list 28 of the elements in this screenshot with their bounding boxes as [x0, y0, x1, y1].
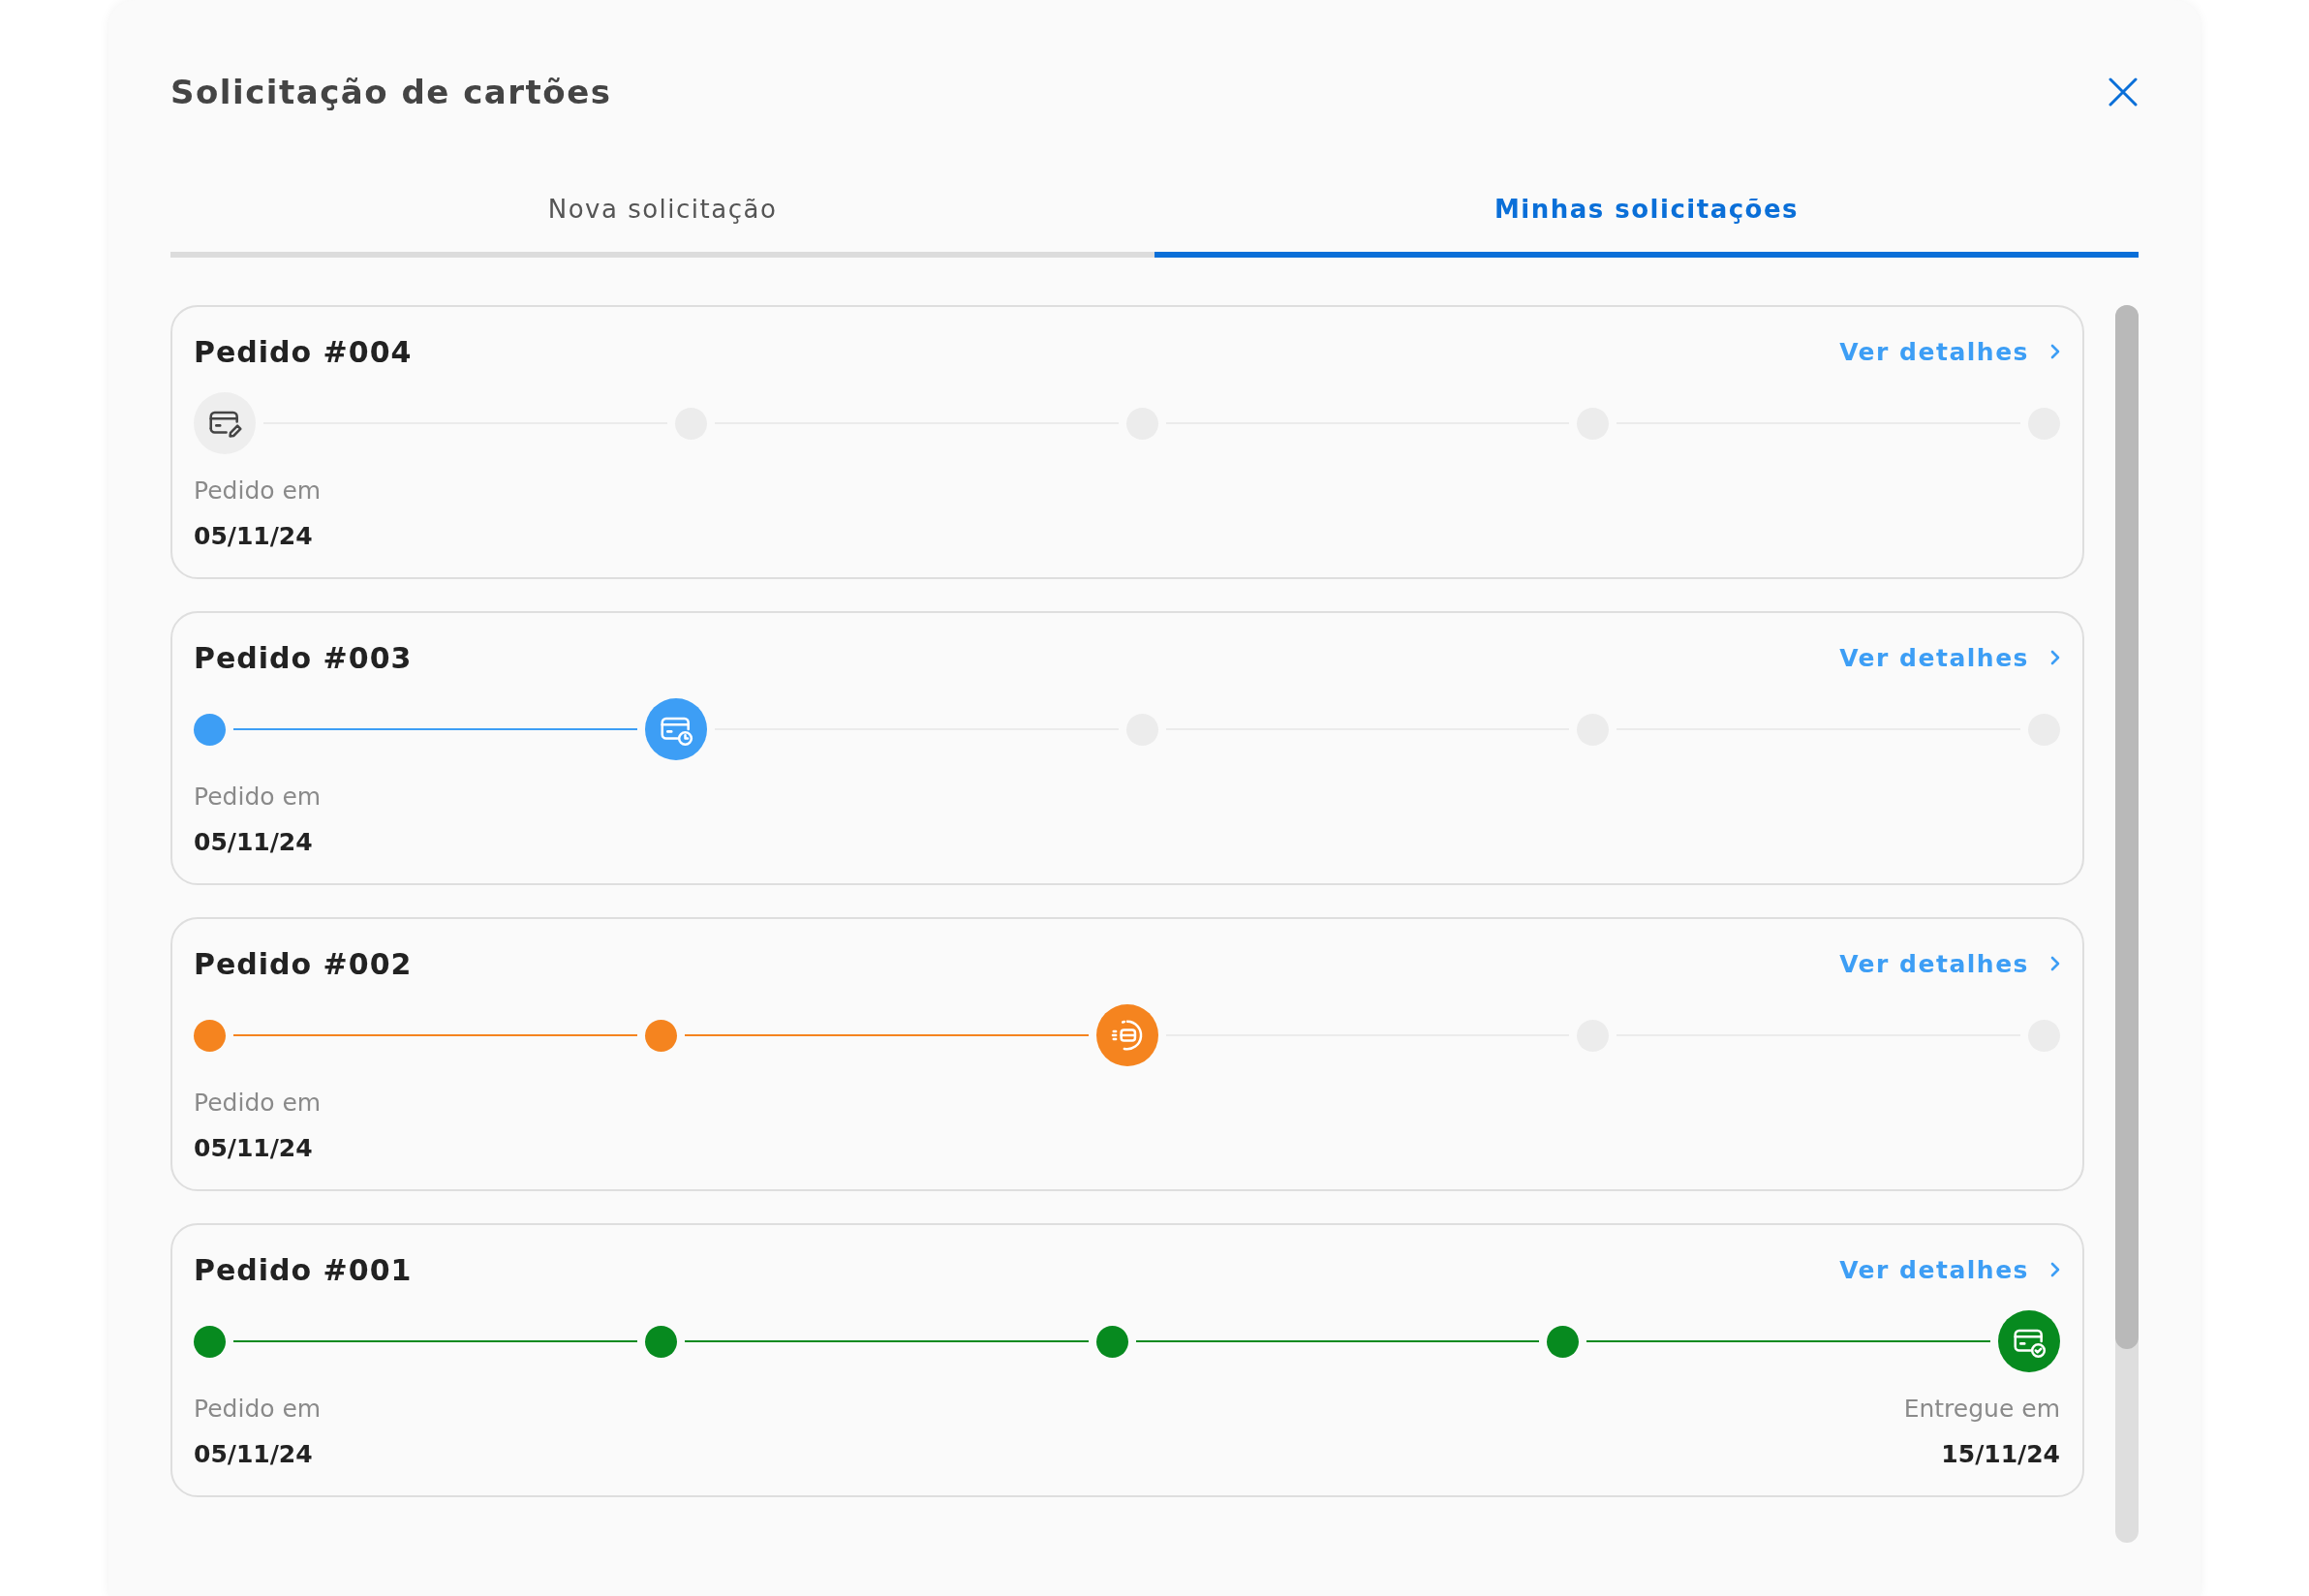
- details-link[interactable]: Ver detalhes: [1839, 643, 2060, 672]
- details-link[interactable]: Ver detalhes: [1839, 337, 2060, 366]
- date-label: Pedido em: [194, 1394, 322, 1425]
- date-value: 05/11/24: [194, 1133, 314, 1164]
- chevron-right-icon: [2050, 650, 2060, 665]
- order-title: Pedido #001: [194, 1252, 413, 1287]
- details-link[interactable]: Ver detalhes: [1839, 1255, 2060, 1284]
- scrollbar-track[interactable]: [2115, 305, 2139, 1543]
- close-icon: [2109, 77, 2138, 107]
- chevron-right-icon: [2050, 344, 2060, 359]
- chevron-right-icon: [2050, 1262, 2060, 1277]
- dialog-title: Solicitação de cartões: [170, 73, 612, 111]
- chevron-right-icon: [2050, 956, 2060, 971]
- date-label: Entregue em: [1903, 1394, 2060, 1425]
- order-title: Pedido #002: [194, 946, 413, 981]
- details-link[interactable]: Ver detalhes: [1839, 949, 2060, 978]
- date-value: 05/11/24: [194, 827, 314, 858]
- tab[interactable]: Minhas solicitações: [1154, 195, 2139, 258]
- date-label: Pedido em: [194, 782, 322, 813]
- date-label: Pedido em: [194, 476, 322, 506]
- date-value: 15/11/24: [1941, 1439, 2060, 1470]
- date-value: 05/11/24: [194, 521, 314, 552]
- order-title: Pedido #003: [194, 640, 413, 675]
- tab[interactable]: Nova solicitação: [170, 195, 1154, 258]
- scrollbar-thumb[interactable]: [2115, 305, 2139, 1349]
- date-value: 05/11/24: [194, 1439, 314, 1470]
- order-title: Pedido #004: [194, 334, 413, 369]
- date-label: Pedido em: [194, 1088, 322, 1119]
